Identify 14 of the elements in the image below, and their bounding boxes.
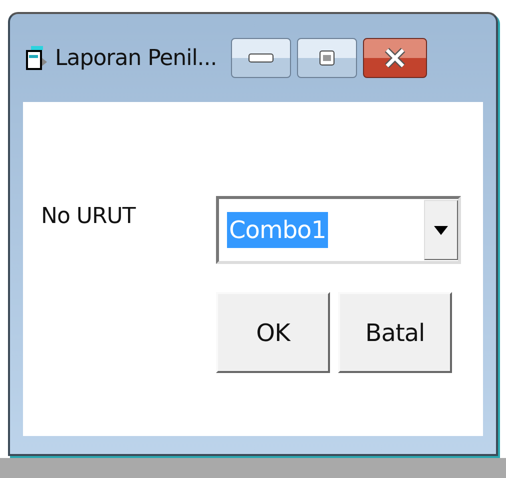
close-button[interactable] xyxy=(362,38,427,78)
minimize-icon xyxy=(248,53,274,63)
close-icon xyxy=(382,47,407,69)
maximize-button[interactable] xyxy=(296,38,357,78)
dropdown-button[interactable] xyxy=(424,200,458,260)
caret-icon xyxy=(434,226,448,234)
cancel-button[interactable]: Batal xyxy=(338,292,452,373)
maximize-icon xyxy=(318,50,335,66)
selected-text: Combo1 xyxy=(227,212,328,248)
app-icon xyxy=(25,44,49,72)
minimize-button[interactable] xyxy=(230,38,291,78)
window-title: Laporan Penil... xyxy=(55,44,217,72)
ok-button[interactable]: OK xyxy=(216,292,330,373)
field-label: No URUT xyxy=(41,204,136,229)
